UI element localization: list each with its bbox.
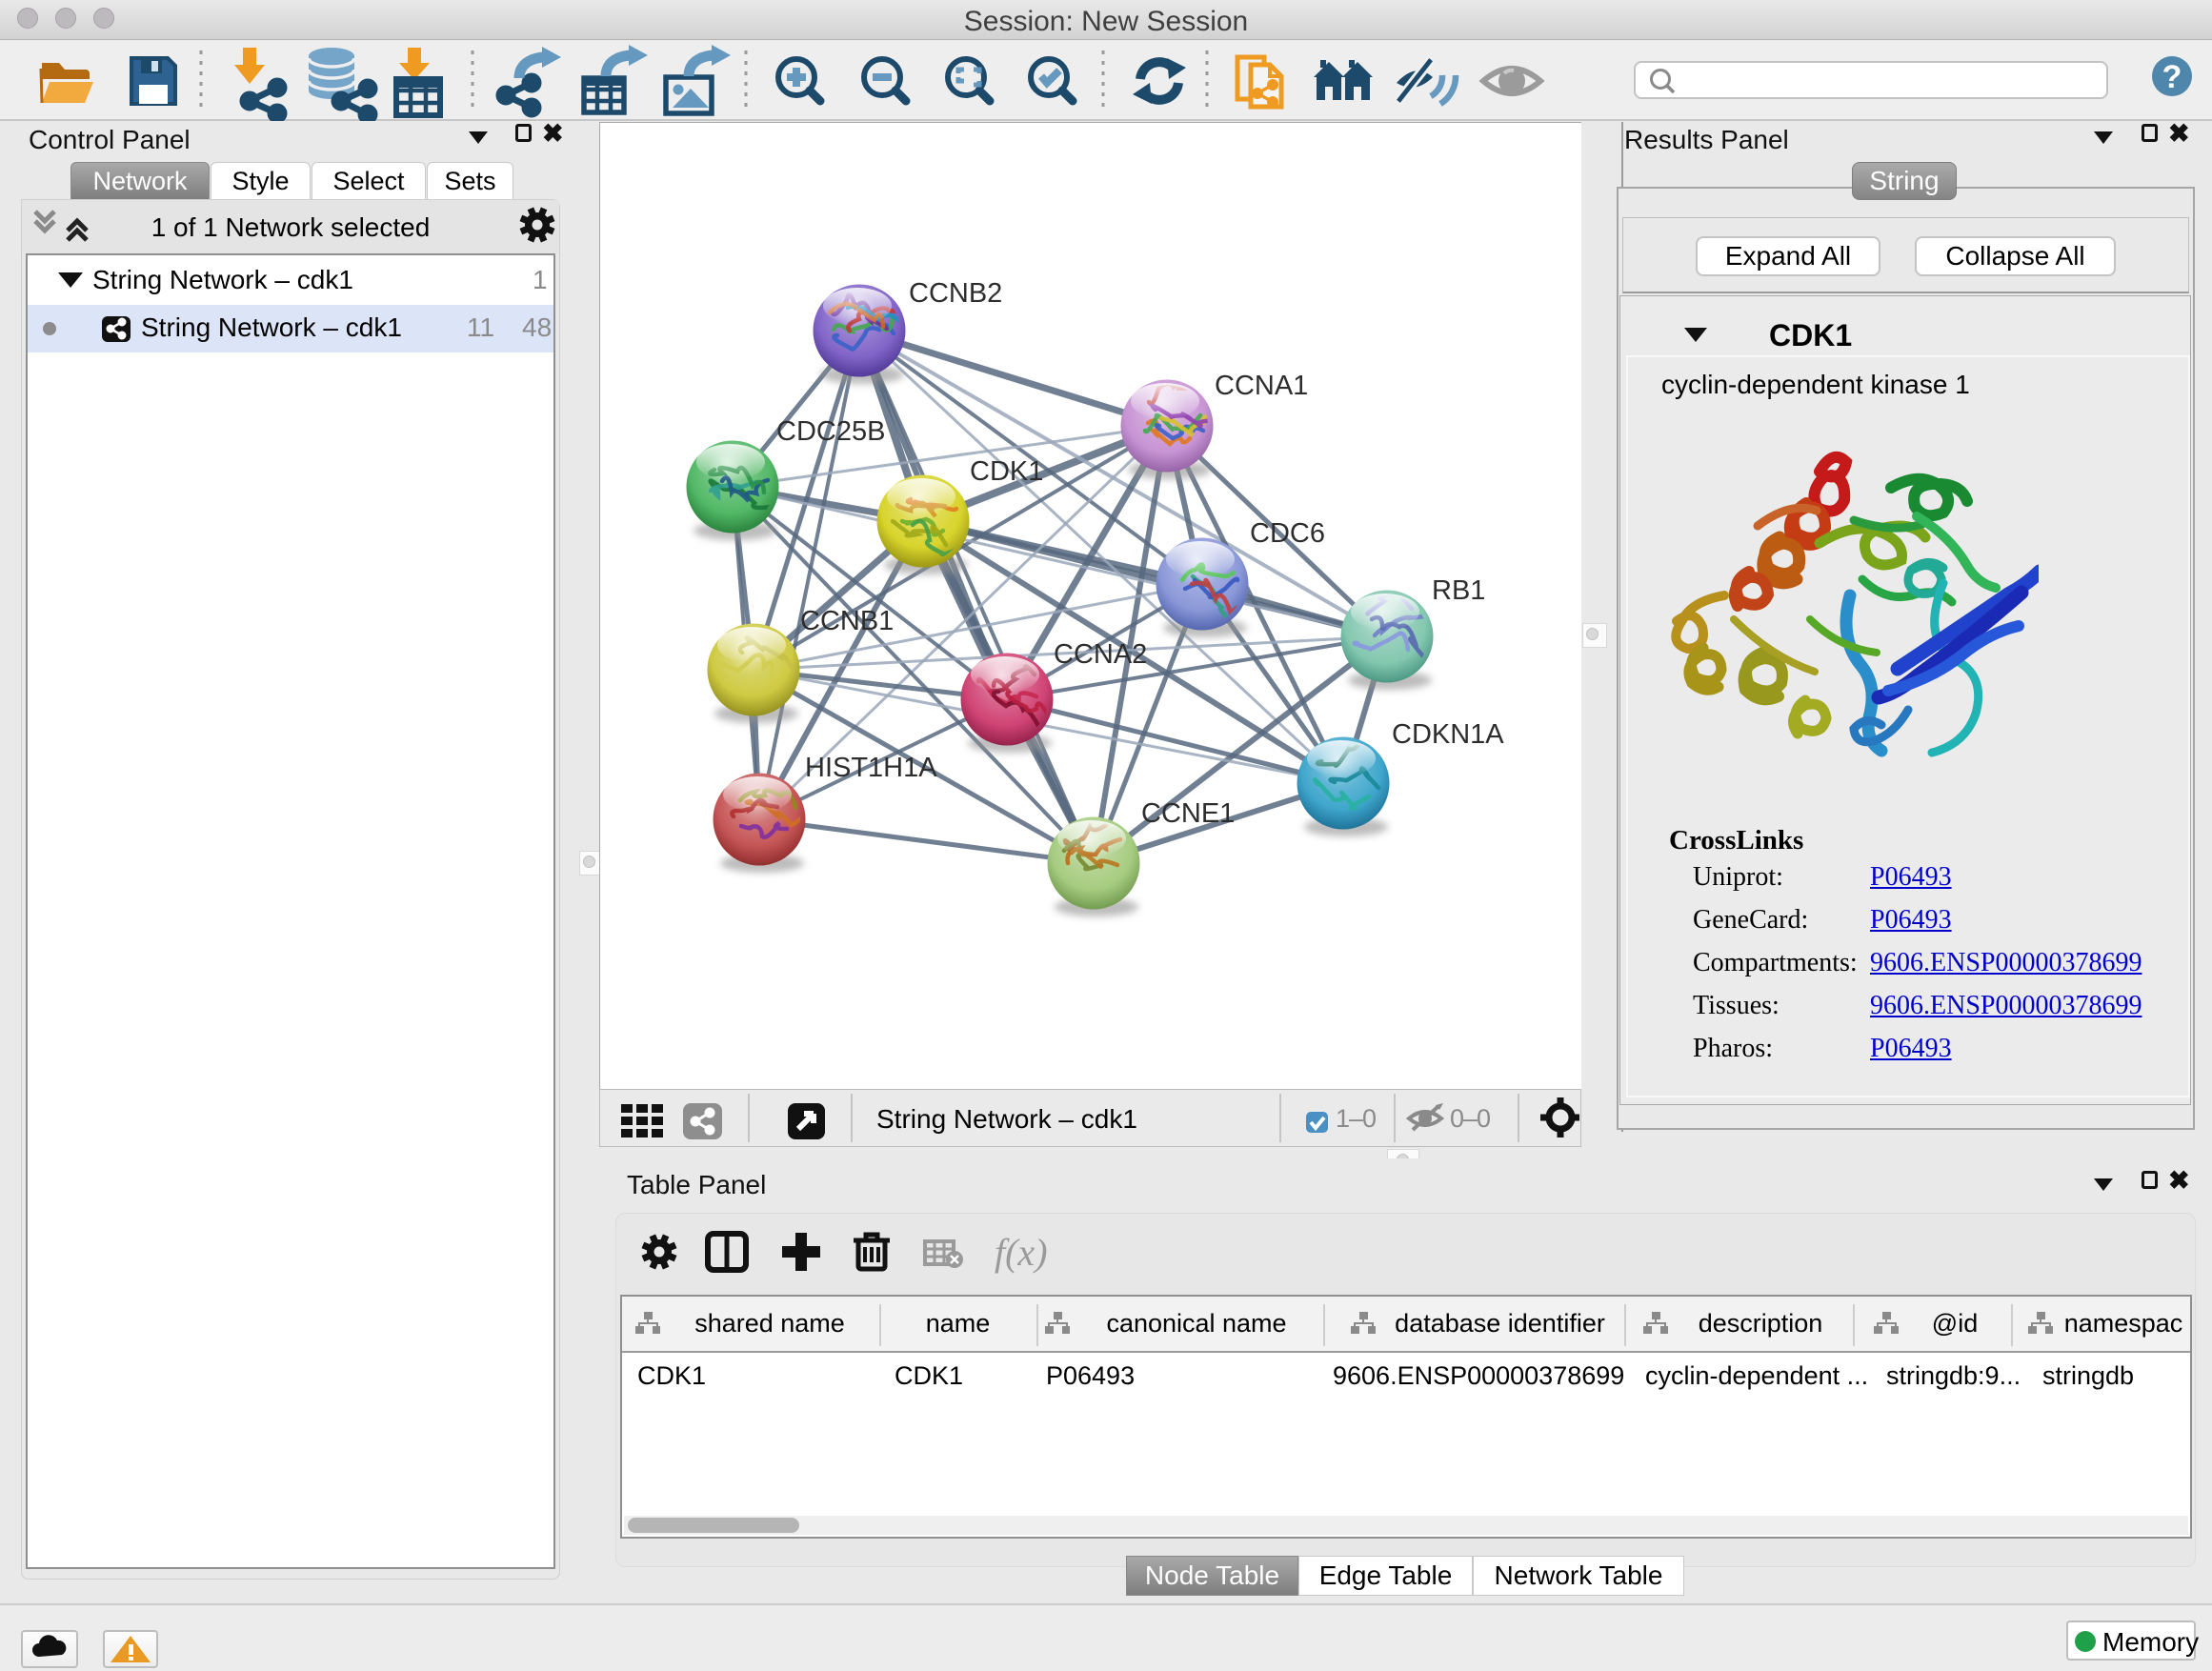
svg-text:CDC6: CDC6 — [1250, 518, 1325, 549]
svg-text:CCNA1: CCNA1 — [1215, 371, 1308, 401]
svg-text:CCNA2: CCNA2 — [1054, 639, 1147, 670]
svg-text:String Network – cdk1: String Network – cdk1 — [876, 1104, 1137, 1134]
svg-text:CDK1: CDK1 — [970, 456, 1043, 487]
svg-text:RB1: RB1 — [1432, 575, 1485, 606]
svg-text:1–0: 1–0 — [1336, 1104, 1376, 1133]
svg-text:HIST1H1A: HIST1H1A — [805, 753, 937, 783]
svg-text:CDC25B: CDC25B — [776, 416, 885, 447]
svg-text:CDKN1A: CDKN1A — [1392, 719, 1504, 750]
svg-text:0–0: 0–0 — [1450, 1104, 1490, 1133]
svg-text:CCNB2: CCNB2 — [909, 278, 1002, 309]
svg-text:f(x): f(x) — [995, 1231, 1048, 1274]
svg-text:CCNB1: CCNB1 — [800, 606, 894, 636]
svg-text:CCNE1: CCNE1 — [1141, 798, 1235, 829]
